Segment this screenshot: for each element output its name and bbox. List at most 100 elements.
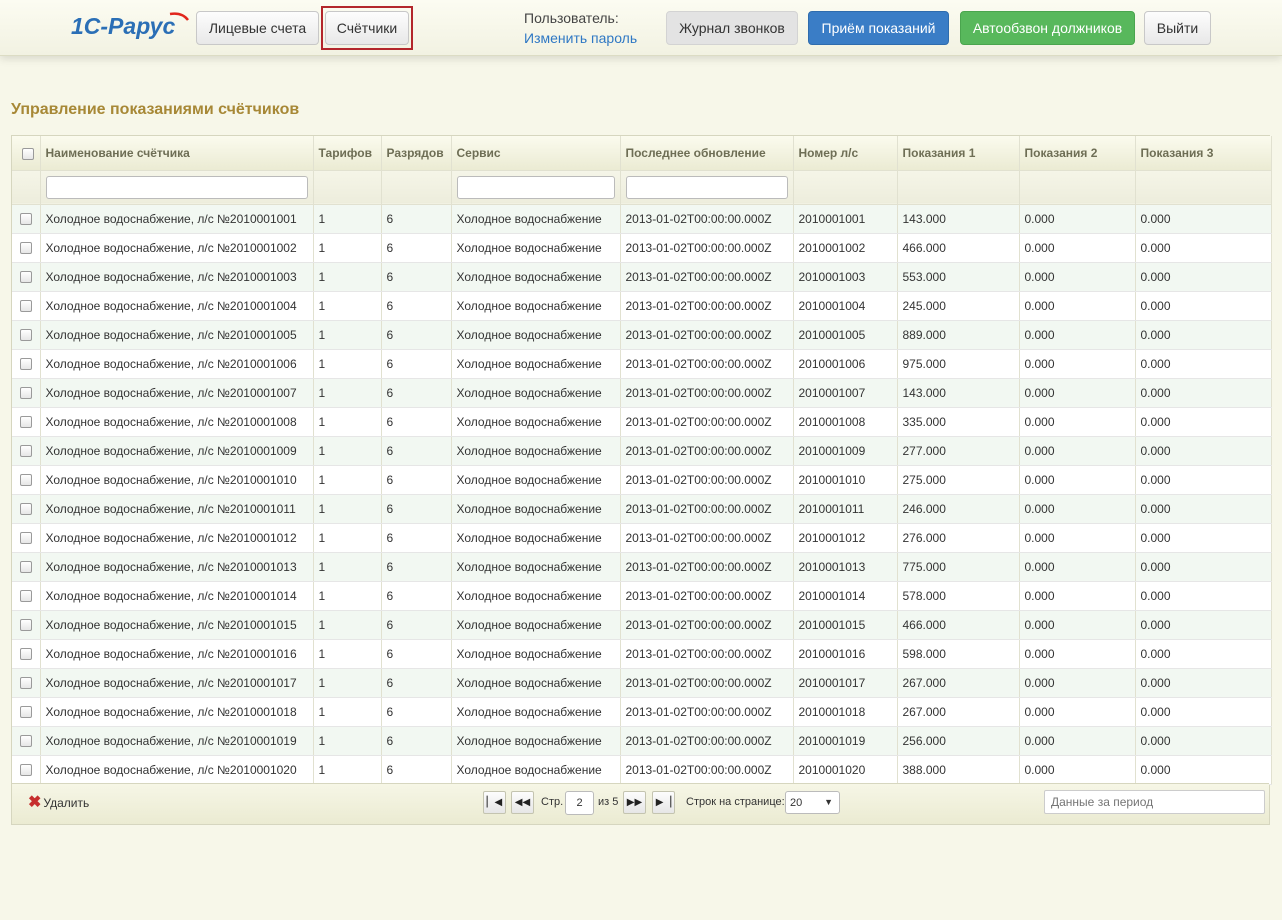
page-number-input[interactable]: 2 bbox=[565, 791, 594, 815]
row-checkbox[interactable] bbox=[19, 474, 32, 487]
table-row[interactable]: Холодное водоснабжение, л/с №2010001004 1… bbox=[12, 291, 1272, 321]
row-checkbox[interactable] bbox=[19, 242, 32, 255]
row-select-cell bbox=[12, 407, 41, 437]
table-row[interactable]: Холодное водоснабжение, л/с №2010001001 1… bbox=[12, 204, 1272, 234]
rows-per-page-select[interactable]: 20 ▼ bbox=[785, 791, 840, 814]
table-row[interactable]: Холодное водоснабжение, л/с №2010001012 1… bbox=[12, 523, 1272, 553]
row-checkbox[interactable] bbox=[19, 300, 32, 313]
autodial-debtors-button[interactable]: Автообзвон должников bbox=[960, 11, 1135, 45]
col-header-last-update[interactable]: Последнее обновление bbox=[620, 136, 794, 171]
delete-button[interactable]: ✖ Удалить bbox=[28, 794, 89, 811]
row-checkbox[interactable] bbox=[19, 677, 32, 690]
first-page-icon[interactable]: ▏◀ bbox=[483, 791, 506, 814]
col-header-reading-1[interactable]: Показания 1 bbox=[897, 136, 1020, 171]
receive-readings-button[interactable]: Приём показаний bbox=[808, 11, 949, 45]
cell-reading-2: 0.000 bbox=[1019, 320, 1136, 350]
cell-last-update: 2013-01-02T00:00:00.000Z bbox=[620, 639, 794, 669]
cell-tariffs: 1 bbox=[313, 204, 382, 234]
table-row[interactable]: Холодное водоснабжение, л/с №2010001013 1… bbox=[12, 552, 1272, 582]
cell-tariffs: 1 bbox=[313, 465, 382, 495]
col-header-service[interactable]: Сервис bbox=[451, 136, 621, 171]
delete-icon: ✖ bbox=[28, 794, 42, 811]
row-checkbox[interactable] bbox=[19, 735, 32, 748]
col-header-tariffs[interactable]: Тарифов bbox=[313, 136, 382, 171]
row-checkbox[interactable] bbox=[19, 387, 32, 400]
table-row[interactable]: Холодное водоснабжение, л/с №2010001005 1… bbox=[12, 320, 1272, 350]
table-row[interactable]: Холодное водоснабжение, л/с №2010001015 1… bbox=[12, 610, 1272, 640]
call-log-button[interactable]: Журнал звонков bbox=[666, 11, 798, 45]
table-row[interactable]: Холодное водоснабжение, л/с №2010001019 1… bbox=[12, 726, 1272, 756]
table-row[interactable]: Холодное водоснабжение, л/с №2010001007 1… bbox=[12, 378, 1272, 408]
row-checkbox[interactable] bbox=[19, 706, 32, 719]
rows-per-page-value: 20 bbox=[790, 796, 803, 809]
cell-reading-3: 0.000 bbox=[1135, 755, 1272, 785]
cell-reading-3: 0.000 bbox=[1135, 436, 1272, 466]
cell-tariffs: 1 bbox=[313, 320, 382, 350]
cell-digits: 6 bbox=[381, 291, 452, 321]
row-checkbox[interactable] bbox=[19, 445, 32, 458]
cell-last-update: 2013-01-02T00:00:00.000Z bbox=[620, 610, 794, 640]
cell-last-update: 2013-01-02T00:00:00.000Z bbox=[620, 465, 794, 495]
last-page-icon[interactable]: ▶▕ bbox=[652, 791, 675, 814]
table-row[interactable]: Холодное водоснабжение, л/с №2010001006 1… bbox=[12, 349, 1272, 379]
table-row[interactable]: Холодное водоснабжение, л/с №2010001009 1… bbox=[12, 436, 1272, 466]
row-checkbox[interactable] bbox=[19, 358, 32, 371]
cell-reading-1: 775.000 bbox=[897, 552, 1020, 582]
cell-account-number: 2010001020 bbox=[793, 755, 898, 785]
row-checkbox[interactable] bbox=[19, 561, 32, 574]
cell-service: Холодное водоснабжение bbox=[451, 436, 621, 466]
table-row[interactable]: Холодное водоснабжение, л/с №2010001003 1… bbox=[12, 262, 1272, 292]
row-checkbox[interactable] bbox=[19, 503, 32, 516]
col-header-account-number[interactable]: Номер л/с bbox=[793, 136, 898, 171]
cell-service: Холодное водоснабжение bbox=[451, 349, 621, 379]
row-checkbox[interactable] bbox=[19, 648, 32, 661]
cell-last-update: 2013-01-02T00:00:00.000Z bbox=[620, 523, 794, 553]
table-row[interactable]: Холодное водоснабжение, л/с №2010001018 1… bbox=[12, 697, 1272, 727]
col-header-digits[interactable]: Разрядов bbox=[381, 136, 452, 171]
filter-cell bbox=[897, 170, 1020, 205]
table-row[interactable]: Холодное водоснабжение, л/с №2010001020 1… bbox=[12, 755, 1272, 785]
table-row[interactable]: Холодное водоснабжение, л/с №2010001008 1… bbox=[12, 407, 1272, 437]
col-header-name[interactable]: Наименование счётчика bbox=[40, 136, 314, 171]
row-checkbox[interactable] bbox=[19, 329, 32, 342]
last-update-filter-input[interactable] bbox=[625, 175, 788, 199]
table-row[interactable]: Холодное водоснабжение, л/с №2010001011 1… bbox=[12, 494, 1272, 524]
cell-name: Холодное водоснабжение, л/с №2010001007 bbox=[40, 378, 314, 408]
tab-accounts[interactable]: Лицевые счета bbox=[196, 11, 319, 45]
prev-page-icon[interactable]: ◀◀ bbox=[511, 791, 534, 814]
next-page-icon[interactable]: ▶▶ bbox=[623, 791, 646, 814]
select-all-checkbox[interactable] bbox=[22, 147, 35, 160]
cell-reading-2: 0.000 bbox=[1019, 349, 1136, 379]
rarus-logo[interactable]: 1С-Рарус bbox=[70, 8, 190, 42]
row-checkbox[interactable] bbox=[19, 619, 32, 632]
logout-button[interactable]: Выйти bbox=[1144, 11, 1211, 45]
tab-meters[interactable]: Счётчики bbox=[325, 11, 409, 45]
table-row[interactable]: Холодное водоснабжение, л/с №2010001014 1… bbox=[12, 581, 1272, 611]
filter-cell bbox=[451, 170, 621, 205]
row-checkbox[interactable] bbox=[19, 764, 32, 777]
service-filter-input[interactable] bbox=[456, 175, 615, 199]
cell-name: Холодное водоснабжение, л/с №2010001015 bbox=[40, 610, 314, 640]
cell-service: Холодное водоснабжение bbox=[451, 523, 621, 553]
row-checkbox[interactable] bbox=[19, 532, 32, 545]
cell-tariffs: 1 bbox=[313, 233, 382, 263]
table-row[interactable]: Холодное водоснабжение, л/с №2010001016 1… bbox=[12, 639, 1272, 669]
col-header-reading-3[interactable]: Показания 3 bbox=[1135, 136, 1272, 171]
row-select-cell bbox=[12, 697, 41, 727]
row-checkbox[interactable] bbox=[19, 590, 32, 603]
name-filter-input[interactable] bbox=[45, 175, 308, 199]
cell-digits: 6 bbox=[381, 233, 452, 263]
cell-tariffs: 1 bbox=[313, 378, 382, 408]
cell-service: Холодное водоснабжение bbox=[451, 639, 621, 669]
row-checkbox[interactable] bbox=[19, 213, 32, 226]
table-row[interactable]: Холодное водоснабжение, л/с №2010001010 1… bbox=[12, 465, 1272, 495]
cell-digits: 6 bbox=[381, 378, 452, 408]
period-input[interactable] bbox=[1044, 790, 1265, 814]
change-password-link[interactable]: Изменить пароль bbox=[524, 30, 637, 46]
col-header-reading-2[interactable]: Показания 2 bbox=[1019, 136, 1136, 171]
table-row[interactable]: Холодное водоснабжение, л/с №2010001002 1… bbox=[12, 233, 1272, 263]
row-checkbox[interactable] bbox=[19, 416, 32, 429]
cell-name: Холодное водоснабжение, л/с №2010001008 bbox=[40, 407, 314, 437]
row-checkbox[interactable] bbox=[19, 271, 32, 284]
table-row[interactable]: Холодное водоснабжение, л/с №2010001017 1… bbox=[12, 668, 1272, 698]
